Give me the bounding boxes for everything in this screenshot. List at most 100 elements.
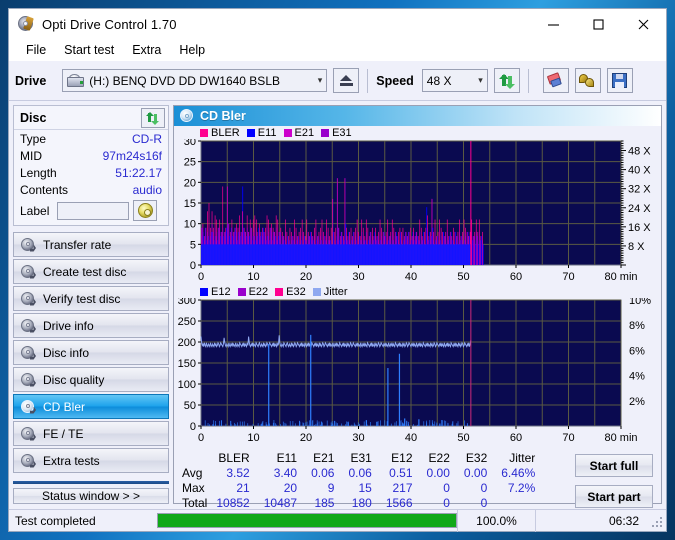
stats-total-e21: 185	[304, 495, 341, 510]
svg-text:24 X: 24 X	[628, 203, 651, 215]
progress-fill	[158, 514, 456, 527]
table-row: Total 10852 10487 185 180 1566 0 0	[180, 495, 542, 510]
svg-text:10: 10	[184, 219, 196, 231]
svg-text:100: 100	[178, 379, 196, 391]
chart-e12-canvas[interactable]: 0 50 100 150 200 250 300 2% 4% 6% 8% 10% 0 10 20 30 40 50…	[174, 298, 661, 446]
disc-label-cd-button[interactable]	[133, 200, 157, 221]
svg-text:30: 30	[352, 432, 364, 444]
table-row: Avg 3.52 3.40 0.06 0.06 0.51 0.00 0.00 6…	[180, 465, 542, 480]
chevron-down-icon: ▾	[312, 75, 323, 86]
legend-label-e22: E22	[249, 286, 269, 298]
menu-help[interactable]: Help	[170, 41, 214, 59]
disc-label-label: Label	[20, 204, 49, 218]
stats-avg-bler: 3.52	[209, 465, 256, 480]
speed-select[interactable]: 48 X ▾	[422, 69, 488, 92]
disc-info-group: Disc Type CD-R MID 97m24s16f Length 51:2…	[13, 105, 169, 226]
svg-text:150: 150	[178, 358, 196, 370]
svg-text:70: 70	[562, 271, 574, 283]
disc-length-label: Length	[20, 166, 57, 180]
disc-length-value: 51:22.17	[115, 166, 162, 180]
stats-total-e11: 10487	[257, 495, 304, 510]
app-window: Opti Drive Control 1.70 File Start test …	[8, 8, 667, 532]
sidebar-item-cd-bler[interactable]: CD Bler	[13, 394, 169, 419]
disc-row-mid: MID 97m24s16f	[14, 147, 168, 164]
disc-icon	[20, 345, 36, 361]
stats-max-e31: 15	[341, 480, 378, 495]
save-button[interactable]	[607, 68, 633, 93]
svg-text:80 min: 80 min	[604, 271, 637, 283]
stats-avg-e31: 0.06	[341, 465, 378, 480]
stats-max-jitter: 7.2%	[494, 480, 542, 495]
sidebar-item-drive-info[interactable]: Drive info	[13, 313, 169, 338]
disc-type-label: Type	[20, 132, 46, 146]
tools-button[interactable]	[575, 68, 601, 93]
menu-bar: File Start test Extra Help	[9, 39, 666, 61]
close-button[interactable]	[621, 9, 666, 39]
svg-text:30: 30	[184, 139, 196, 148]
sidebar-item-label: FE / TE	[43, 427, 83, 441]
disc-group-header: Disc	[14, 106, 168, 130]
start-part-button[interactable]: Start part	[575, 485, 653, 508]
resize-grip[interactable]	[649, 514, 663, 528]
stats-total-e31: 180	[341, 495, 378, 510]
menu-extra[interactable]: Extra	[123, 41, 170, 59]
svg-text:50: 50	[457, 432, 469, 444]
sidebar-item-disc-quality[interactable]: Disc quality	[13, 367, 169, 392]
svg-text:0: 0	[198, 432, 204, 444]
drive-select[interactable]: (H:) BENQ DVD DD DW1640 BSLB ▾	[62, 69, 327, 92]
disc-refresh-button[interactable]	[141, 108, 165, 128]
disc-mid-label: MID	[20, 149, 42, 163]
statistics-table: BLER E11 E21 E31 E12 E22 E32 Jitter Avg	[174, 446, 661, 510]
svg-text:30: 30	[352, 271, 364, 283]
menu-start-test[interactable]: Start test	[55, 41, 123, 59]
erase-button[interactable]	[543, 68, 569, 93]
disc-contents-label: Contents	[20, 183, 68, 197]
chart-bler-canvas[interactable]: 0 5 10 15 20 25 30 8 X 16 X 24 X 32 X 40 X 48 X 0 10 20…	[174, 139, 661, 285]
menu-file[interactable]: File	[17, 41, 55, 59]
disc-icon	[180, 109, 194, 123]
minimize-button[interactable]	[531, 9, 576, 39]
svg-text:40: 40	[405, 432, 417, 444]
stats-col-e21: E21	[304, 450, 341, 465]
sidebar-item-label: Drive info	[43, 319, 94, 333]
refresh-icon	[146, 111, 160, 125]
sidebar-item-disc-info[interactable]: Disc info	[13, 340, 169, 365]
progress-percent: 100.0%	[457, 510, 535, 532]
stats-avg-jitter: 6.46%	[494, 465, 542, 480]
start-full-button[interactable]: Start full	[575, 454, 653, 477]
disc-label-input[interactable]	[57, 202, 129, 220]
sidebar-item-verify-test-disc[interactable]: Verify test disc	[13, 286, 169, 311]
drive-label: Drive	[15, 74, 46, 88]
sidebar-item-transfer-rate[interactable]: Transfer rate	[13, 232, 169, 257]
maximize-button[interactable]	[576, 9, 621, 39]
stats-header-row: BLER E11 E21 E31 E12 E22 E32 Jitter	[180, 450, 542, 465]
svg-text:40 X: 40 X	[628, 165, 651, 177]
stats-col-jitter: Jitter	[494, 450, 542, 465]
sidebar-item-extra-tests[interactable]: Extra tests	[13, 448, 169, 473]
status-bar: Test completed 100.0% 06:32	[9, 509, 666, 531]
svg-text:16 X: 16 X	[628, 222, 651, 234]
disc-row-type: Type CD-R	[14, 130, 168, 147]
status-window-button[interactable]: Status window > >	[13, 488, 169, 504]
sidebar-item-fe-te[interactable]: FE / TE	[13, 421, 169, 446]
disc-icon	[20, 453, 36, 469]
stats-table: BLER E11 E21 E31 E12 E22 E32 Jitter Avg	[180, 450, 542, 510]
refresh-button[interactable]	[494, 68, 520, 93]
svg-text:20: 20	[300, 271, 312, 283]
stats-avg-e21: 0.06	[304, 465, 341, 480]
stats-total-bler: 10852	[209, 495, 256, 510]
toolbar: Drive (H:) BENQ DVD DD DW1640 BSLB ▾ Spe…	[9, 61, 666, 101]
sidebar-item-create-test-disc[interactable]: Create test disc	[13, 259, 169, 284]
svg-text:2%: 2%	[629, 396, 645, 408]
stats-max-e32: 0	[457, 480, 494, 495]
speed-label: Speed	[376, 74, 414, 88]
eject-button[interactable]	[333, 68, 359, 93]
disc-group-title: Disc	[20, 111, 46, 125]
toolbar-divider-1	[367, 69, 368, 93]
svg-text:20: 20	[300, 432, 312, 444]
sidebar-item-label: Verify test disc	[43, 292, 120, 306]
svg-text:20: 20	[184, 177, 196, 189]
stats-avg-e22: 0.00	[420, 465, 457, 480]
window-title: Opti Drive Control 1.70	[42, 17, 177, 32]
svg-text:40: 40	[405, 271, 417, 283]
